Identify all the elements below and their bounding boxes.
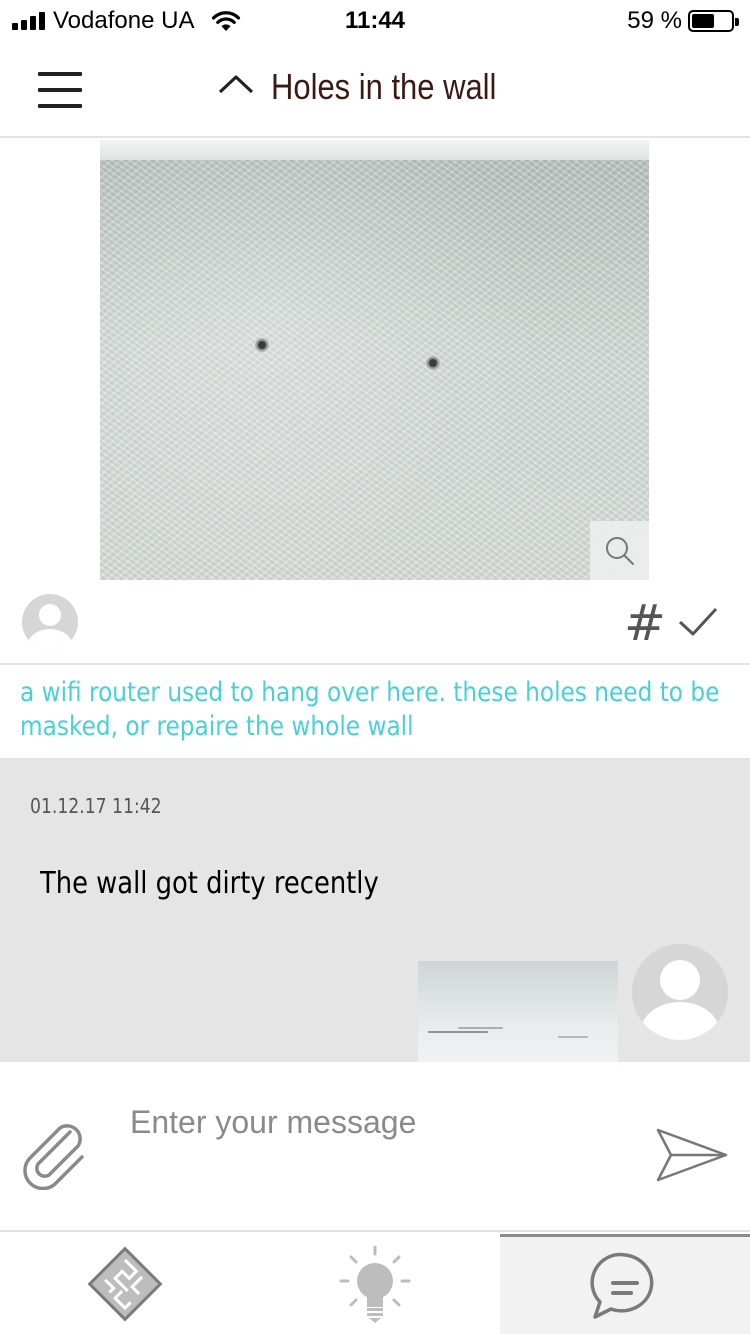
floor-plan-icon <box>87 1246 163 1322</box>
post-description: a wifi router used to hang over here. th… <box>20 677 720 742</box>
checkmark-icon[interactable] <box>676 604 720 640</box>
lightbulb-icon <box>339 1245 411 1323</box>
comment-text: The wall got dirty recently <box>40 866 379 901</box>
tab-chat[interactable] <box>500 1234 750 1334</box>
zoom-button[interactable] <box>590 521 649 580</box>
page-title: Holes in the wall <box>271 66 497 107</box>
post-photo[interactable] <box>100 140 649 580</box>
photo-ceiling <box>100 140 649 160</box>
hashtag-button[interactable]: # <box>624 594 666 652</box>
chevron-up-icon[interactable] <box>217 73 255 95</box>
post-author-bar: # <box>0 580 750 665</box>
avatar[interactable] <box>632 944 728 1040</box>
tab-floor-plan[interactable] <box>0 1234 250 1334</box>
avatar[interactable] <box>22 594 78 650</box>
comment-timestamp: 01.12.17 11:42 <box>30 794 162 818</box>
status-bar: Vodafone UA 11:44 59 % <box>0 0 750 42</box>
title-toggle[interactable]: Holes in the wall <box>0 66 750 108</box>
paperclip-icon[interactable] <box>20 1120 90 1190</box>
chat-bubble-icon <box>590 1252 654 1319</box>
wall-hole <box>426 356 440 370</box>
tab-ideas[interactable] <box>250 1234 500 1334</box>
send-icon[interactable] <box>655 1122 729 1188</box>
comment-photo[interactable] <box>418 961 618 1062</box>
battery-percent: 59 % <box>627 7 682 34</box>
message-input[interactable] <box>130 1092 610 1152</box>
message-composer <box>0 1062 750 1232</box>
battery-icon <box>688 10 739 32</box>
header: Holes in the wall <box>0 42 750 138</box>
comment-thread: 01.12.17 11:42 The wall got dirty recent… <box>0 758 750 1062</box>
wall-hole <box>255 338 269 352</box>
bottom-tab-bar <box>0 1234 750 1334</box>
photo-wall-texture <box>100 160 649 580</box>
magnifier-icon <box>605 536 634 565</box>
